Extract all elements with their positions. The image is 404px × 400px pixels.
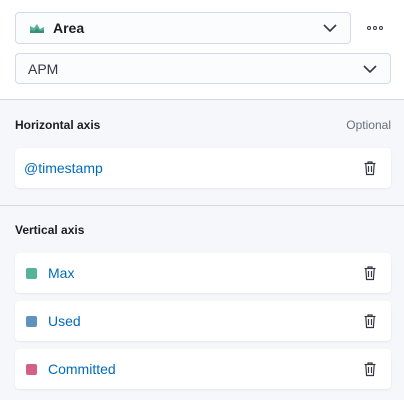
max-field-link[interactable]: Max [48,265,74,281]
index-pattern-select[interactable]: APM [15,53,391,84]
index-pattern-label: APM [28,60,59,77]
used-field-link[interactable]: Used [48,313,81,329]
horizontal-axis-field: @timestamp [15,148,391,188]
trash-icon[interactable] [362,160,378,176]
color-swatch [26,315,37,327]
trash-icon[interactable] [362,313,378,329]
section-divider [0,205,404,206]
color-swatch [26,363,37,375]
chevron-down-icon [363,64,377,73]
trash-icon[interactable] [362,361,378,377]
color-swatch [26,267,37,279]
chevron-down-icon [323,24,337,33]
timestamp-field-link[interactable]: @timestamp [24,160,103,176]
vertical-axis-title: Vertical axis [15,223,85,237]
committed-field-link[interactable]: Committed [48,361,116,377]
vertical-axis-field-used: Used [15,301,391,341]
vertical-axis-field-max: Max [15,253,391,293]
chart-type-select[interactable]: Area [15,12,351,44]
vertical-axis-field-committed: Committed [15,349,391,389]
trash-icon[interactable] [362,265,378,281]
more-actions-icon[interactable] [364,20,386,36]
area-chart-icon [30,24,44,33]
horizontal-axis-title: Horizontal axis [15,118,101,132]
chart-type-label: Area [53,20,85,36]
optional-label: Optional [346,118,391,132]
chart-config-header: Area APM [0,0,404,100]
